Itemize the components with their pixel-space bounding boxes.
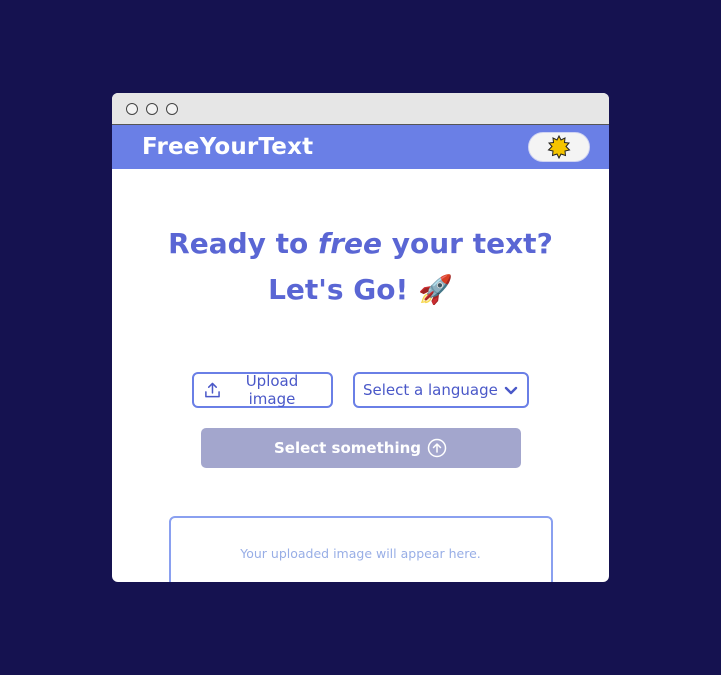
window-titlebar — [112, 93, 609, 125]
headline-emphasis: free — [318, 227, 383, 260]
upload-label: Upload image — [245, 372, 299, 408]
window-close-button[interactable] — [126, 102, 138, 115]
language-placeholder: Select a language — [363, 381, 498, 399]
submit-label: Select something — [273, 439, 422, 457]
headline-line-2: Let's Go! 🚀 — [112, 267, 609, 313]
headline-line-1: Ready to free your text? — [112, 221, 609, 267]
arrow-up-circle-icon — [427, 438, 447, 458]
input-controls: Upload image Select a language — [112, 372, 609, 408]
lets-go-text: Let's Go! — [268, 273, 409, 306]
app-header: FreeYourText — [112, 125, 609, 169]
preview-placeholder: Your uploaded image will appear here. — [240, 546, 481, 561]
upload-icon — [205, 382, 220, 398]
image-preview-area: Your uploaded image will appear here. — [168, 516, 553, 582]
headline-text: Ready to — [168, 227, 319, 260]
upload-image-button[interactable]: Upload image — [192, 372, 333, 408]
window-maximize-button[interactable] — [166, 102, 178, 115]
page-headline: Ready to free your text? Let's Go! 🚀 — [112, 221, 609, 313]
browser-window: FreeYourText Ready to free your text? Le… — [112, 93, 609, 582]
rocket-icon: 🚀 — [418, 273, 453, 306]
sun-icon — [547, 135, 571, 159]
theme-toggle-button[interactable] — [528, 132, 590, 162]
headline-text: your text? — [382, 227, 553, 260]
submit-button[interactable]: Select something — [200, 428, 521, 468]
language-select[interactable]: Select a language — [353, 372, 529, 408]
window-minimize-button[interactable] — [146, 102, 158, 115]
chevron-down-icon — [504, 386, 518, 395]
main-content: Ready to free your text? Let's Go! 🚀 Upl… — [112, 221, 609, 582]
app-title: FreeYourText — [142, 134, 314, 160]
